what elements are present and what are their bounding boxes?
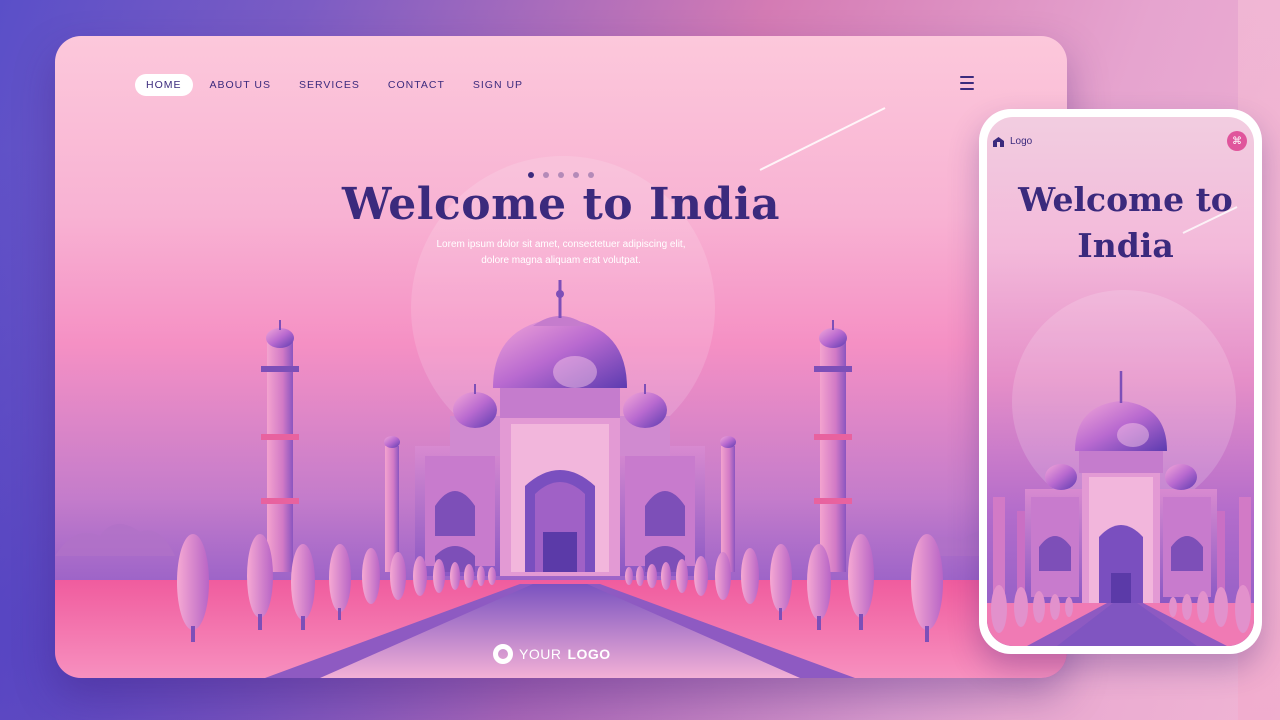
- carousel-dot-2[interactable]: [543, 172, 549, 178]
- mobile-screen: Logo ⌘ Welcome to India: [987, 117, 1254, 646]
- hamburger-icon[interactable]: [960, 76, 974, 90]
- carousel-dot-4[interactable]: [573, 172, 579, 178]
- carousel-dots: [528, 172, 594, 178]
- brand-strong: LOGO: [567, 646, 611, 662]
- mobile-logo[interactable]: Logo: [993, 136, 1032, 147]
- main-nav: HOME ABOUT US SERVICES CONTACT SIGN UP: [135, 74, 540, 96]
- ring-icon: [493, 644, 513, 664]
- hero-subtitle: Lorem ipsum dolor sit amet, consectetuer…: [411, 237, 711, 269]
- nav-item-home[interactable]: HOME: [135, 74, 193, 96]
- brand-logo[interactable]: YOUR LOGO: [493, 644, 611, 664]
- mobile-logo-label: Logo: [1010, 136, 1033, 147]
- carousel-dot-5[interactable]: [588, 172, 594, 178]
- carousel-dot-3[interactable]: [558, 172, 564, 178]
- nav-item-sign-up[interactable]: SIGN UP: [462, 74, 534, 96]
- command-icon[interactable]: ⌘: [1227, 131, 1247, 151]
- nav-item-about-us[interactable]: ABOUT US: [199, 74, 282, 96]
- mobile-hero-title: Welcome to India: [1018, 180, 1233, 265]
- hero-title: Welcome to India: [341, 179, 781, 230]
- taj-mahal-scene: [55, 36, 1067, 678]
- nav-item-contact[interactable]: CONTACT: [377, 74, 456, 96]
- carousel-dot-1[interactable]: [528, 172, 534, 178]
- hero-subtitle-line-1: Lorem ipsum dolor sit amet, consectetuer…: [436, 239, 686, 250]
- hero-subtitle-line-2: dolore magna aliquam erat volutpat.: [481, 255, 641, 266]
- brand-prefix: YOUR: [519, 646, 562, 662]
- mobile-mockup: Logo ⌘ Welcome to India: [979, 109, 1262, 654]
- nav-item-services[interactable]: SERVICES: [288, 74, 371, 96]
- home-icon: [993, 136, 1004, 147]
- desktop-landing-page: HOME ABOUT US SERVICES CONTACT SIGN UP W…: [55, 36, 1067, 678]
